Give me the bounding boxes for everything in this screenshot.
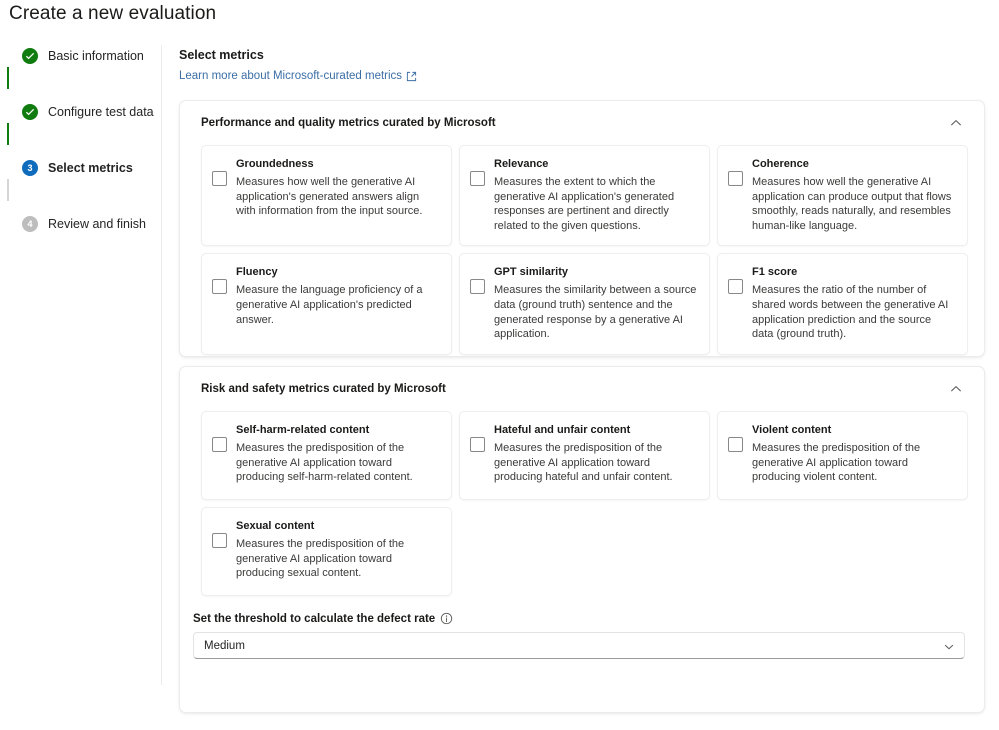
performance-panel-title: Performance and quality metrics curated …	[201, 117, 496, 129]
wizard-step-label: Select metrics	[48, 161, 133, 175]
metric-checkbox[interactable]	[212, 171, 227, 186]
step-complete-check-icon	[22, 104, 38, 120]
metric-checkbox[interactable]	[470, 171, 485, 186]
threshold-block: Set the threshold to calculate the defec…	[180, 612, 984, 659]
metric-checkbox[interactable]	[470, 437, 485, 452]
risk-panel-title: Risk and safety metrics curated by Micro…	[201, 383, 446, 395]
step-complete-check-icon	[22, 48, 38, 64]
metric-name: Relevance	[494, 158, 549, 170]
metric-card-relevance[interactable]: Relevance Measures the extent to which t…	[459, 145, 710, 247]
performance-metrics-panel: Performance and quality metrics curated …	[179, 100, 985, 357]
main-content: Select metrics Learn more about Microsof…	[179, 48, 985, 713]
step-connector-3	[7, 179, 9, 201]
wizard-step-label: Review and finish	[48, 217, 146, 231]
wizard-step-label: Basic information	[48, 49, 144, 63]
wizard-step-basic-information[interactable]: Basic information	[22, 45, 161, 67]
threshold-label-row: Set the threshold to calculate the defec…	[193, 612, 963, 625]
metric-description: Measures how well the generative AI appl…	[752, 176, 952, 232]
info-icon[interactable]	[440, 612, 453, 625]
learn-more-label: Learn more about Microsoft-curated metri…	[179, 70, 403, 82]
page-title: Create a new evaluation	[9, 3, 217, 24]
metric-body: Relevance Measures the extent to which t…	[494, 157, 697, 233]
metric-checkbox[interactable]	[470, 279, 485, 295]
metric-name: GPT similarity	[494, 266, 568, 279]
wizard-step-configure-test-data[interactable]: Configure test data	[22, 101, 161, 123]
metric-body: Violent content Measures the predisposit…	[752, 423, 955, 485]
metric-name: Hateful and unfair content	[494, 424, 631, 436]
step-number-badge: 4	[22, 216, 38, 232]
metric-description: Measures the predisposition of the gener…	[236, 538, 405, 580]
metric-checkbox[interactable]	[728, 437, 743, 452]
chevron-up-icon[interactable]	[949, 382, 963, 396]
metric-card-violent-content[interactable]: Violent content Measures the predisposit…	[717, 411, 968, 500]
metric-body: F1 score Measures the ratio of the numbe…	[752, 265, 955, 341]
step-connector-2	[7, 123, 9, 145]
metric-name: Groundedness	[236, 158, 314, 170]
metric-name: F1 score	[752, 266, 798, 279]
metric-card-gpt-similarity[interactable]: GPT similarity Measures the similarity b…	[459, 253, 710, 355]
risk-metrics-grid: Self-harm-related content Measures the p…	[180, 411, 984, 616]
metric-card-f1-score[interactable]: F1 score Measures the ratio of the numbe…	[717, 253, 968, 355]
metric-checkbox[interactable]	[212, 533, 227, 548]
threshold-label: Set the threshold to calculate the defec…	[193, 612, 436, 625]
metric-description: Measures the extent to which the generat…	[494, 176, 675, 232]
metric-description: Measures the predisposition of the gener…	[752, 442, 921, 484]
page-heading: Select metrics	[179, 48, 264, 62]
metric-checkbox[interactable]	[728, 171, 743, 186]
wizard-step-nav: Basic information Configure test data 3 …	[0, 45, 162, 685]
performance-panel-header[interactable]: Performance and quality metrics curated …	[180, 101, 984, 145]
metric-description: Measures the predisposition of the gener…	[494, 442, 673, 484]
metric-card-self-harm-related-content[interactable]: Self-harm-related content Measures the p…	[201, 411, 452, 500]
metric-name: Violent content	[752, 424, 832, 436]
metric-name: Self-harm-related content	[236, 424, 370, 436]
metric-checkbox[interactable]	[212, 437, 227, 452]
metric-description: Measure the language proficiency of a ge…	[236, 284, 423, 326]
threshold-dropdown[interactable]: Medium	[193, 632, 965, 659]
metric-body: Sexual content Measures the predispositi…	[236, 519, 439, 581]
learn-more-link[interactable]: Learn more about Microsoft-curated metri…	[179, 70, 417, 82]
metric-body: Coherence Measures how well the generati…	[752, 157, 955, 233]
wizard-step-label: Configure test data	[48, 105, 154, 119]
metric-name: Fluency	[236, 266, 278, 279]
wizard-step-review-and-finish[interactable]: 4 Review and finish	[22, 213, 161, 235]
risk-safety-metrics-panel: Risk and safety metrics curated by Micro…	[179, 366, 985, 713]
metric-checkbox[interactable]	[212, 279, 227, 295]
step-number-badge: 3	[22, 160, 38, 176]
metric-body: Fluency Measure the language proficiency…	[236, 265, 439, 327]
metric-description: Measures the ratio of the number of shar…	[752, 284, 949, 341]
metric-card-fluency[interactable]: Fluency Measure the language proficiency…	[201, 253, 452, 355]
metric-name: Sexual content	[236, 520, 315, 532]
metric-card-hateful-and-unfair-content[interactable]: Hateful and unfair content Measures the …	[459, 411, 710, 500]
metric-name: Coherence	[752, 158, 809, 170]
chevron-up-icon[interactable]	[949, 116, 963, 130]
external-link-icon	[406, 71, 417, 82]
step-connector-1	[7, 67, 9, 89]
metric-checkbox[interactable]	[728, 279, 743, 295]
metric-body: Groundedness Measures how well the gener…	[236, 157, 439, 219]
metric-body: Self-harm-related content Measures the p…	[236, 423, 439, 485]
metric-description: Measures how well the generative AI appl…	[236, 176, 423, 218]
chevron-down-icon[interactable]	[943, 640, 955, 652]
wizard-step-select-metrics[interactable]: 3 Select metrics	[22, 157, 161, 179]
risk-panel-header[interactable]: Risk and safety metrics curated by Micro…	[180, 367, 984, 411]
performance-metrics-grid: Groundedness Measures how well the gener…	[180, 145, 984, 375]
metric-body: Hateful and unfair content Measures the …	[494, 423, 697, 485]
metric-body: GPT similarity Measures the similarity b…	[494, 265, 697, 341]
metric-description: Measures the predisposition of the gener…	[236, 442, 413, 484]
metric-card-sexual-content[interactable]: Sexual content Measures the predispositi…	[201, 507, 452, 596]
metric-card-groundedness[interactable]: Groundedness Measures how well the gener…	[201, 145, 452, 247]
threshold-selected-value: Medium	[204, 639, 245, 652]
metric-description: Measures the similarity between a source…	[494, 284, 697, 341]
metric-card-coherence[interactable]: Coherence Measures how well the generati…	[717, 145, 968, 247]
